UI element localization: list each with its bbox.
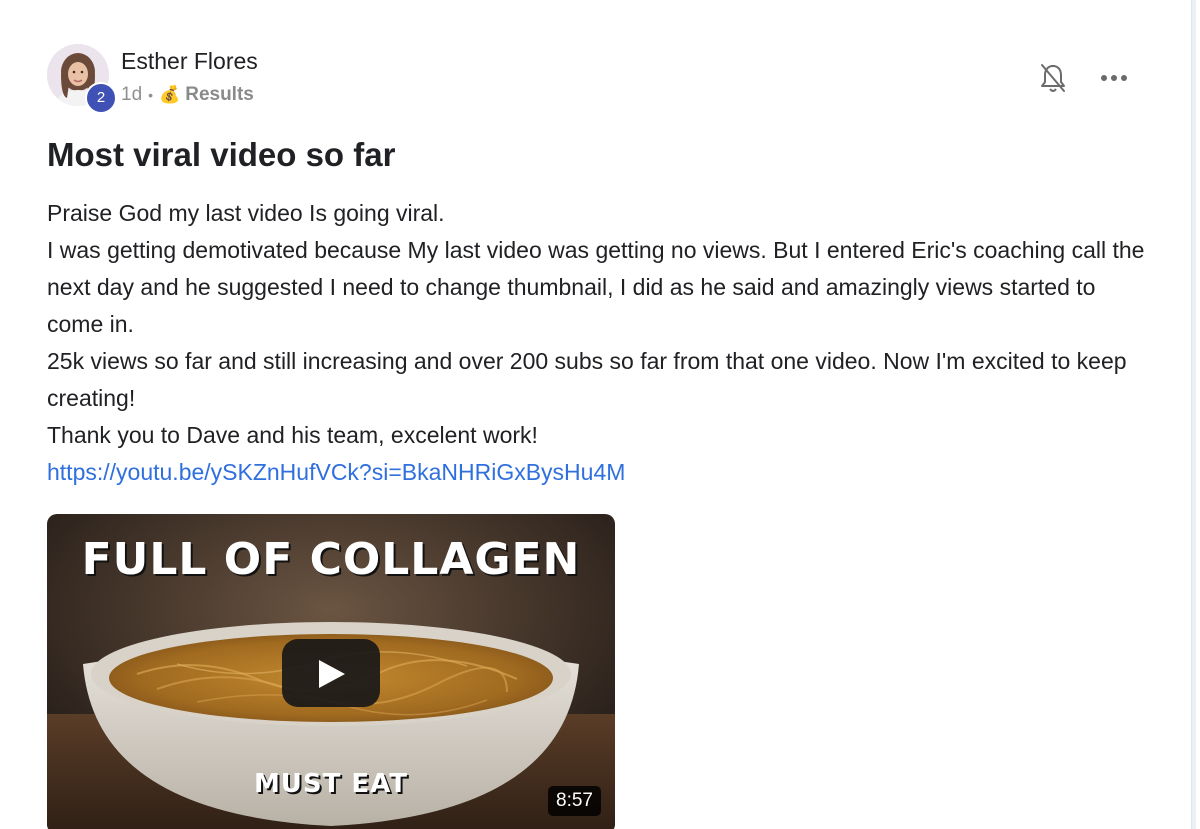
level-badge: 2 — [85, 82, 117, 114]
body-paragraph: I was getting demotivated because My las… — [47, 237, 1145, 337]
bell-off-icon — [1041, 64, 1065, 92]
body-paragraph: 25k views so far and still increasing an… — [47, 348, 1127, 411]
video-duration: 8:57 — [548, 786, 601, 816]
post-body: Praise God my last video Is going viral.… — [47, 195, 1147, 491]
post-card: 2 Esther Flores 1d • 💰 Results Most vira… — [47, 44, 1147, 829]
body-paragraph: Praise God my last video Is going viral. — [47, 200, 445, 226]
post-page: 2 Esther Flores 1d • 💰 Results Most vira… — [0, 0, 1196, 829]
video-embed[interactable]: FULL OF COLLAGEN MUST EAT 8:57 — [47, 514, 615, 829]
page-scrollbar[interactable] — [1191, 0, 1196, 829]
author-name[interactable]: Esther Flores — [121, 48, 258, 75]
body-paragraph: Thank you to Dave and his team, excelent… — [47, 422, 538, 448]
meta-separator: • — [148, 87, 154, 103]
money-bag-icon: 💰 — [159, 85, 181, 104]
body-link-line: https://youtu.be/ySKZnHufVCk?si=BkaNHRiG… — [47, 454, 1147, 491]
category-label[interactable]: Results — [185, 84, 254, 106]
play-icon — [319, 660, 345, 688]
post-header: 2 Esther Flores 1d • 💰 Results — [47, 44, 1147, 114]
notification-toggle-button[interactable] — [1038, 62, 1068, 96]
post-title: Most viral video so far — [47, 136, 396, 173]
youtube-link[interactable]: https://youtu.be/ySKZnHufVCk?si=BkaNHRiG… — [47, 459, 625, 485]
more-horizontal-icon — [1101, 75, 1127, 81]
more-options-button[interactable] — [1097, 64, 1131, 92]
author-avatar[interactable]: 2 — [47, 44, 117, 114]
thumbnail-subtitle: MUST EAT — [253, 769, 409, 799]
thumbnail-title: FULL OF COLLAGEN — [81, 534, 581, 585]
post-meta: 1d • 💰 Results — [121, 84, 254, 106]
play-button[interactable] — [282, 639, 380, 707]
post-time: 1d — [121, 84, 143, 105]
